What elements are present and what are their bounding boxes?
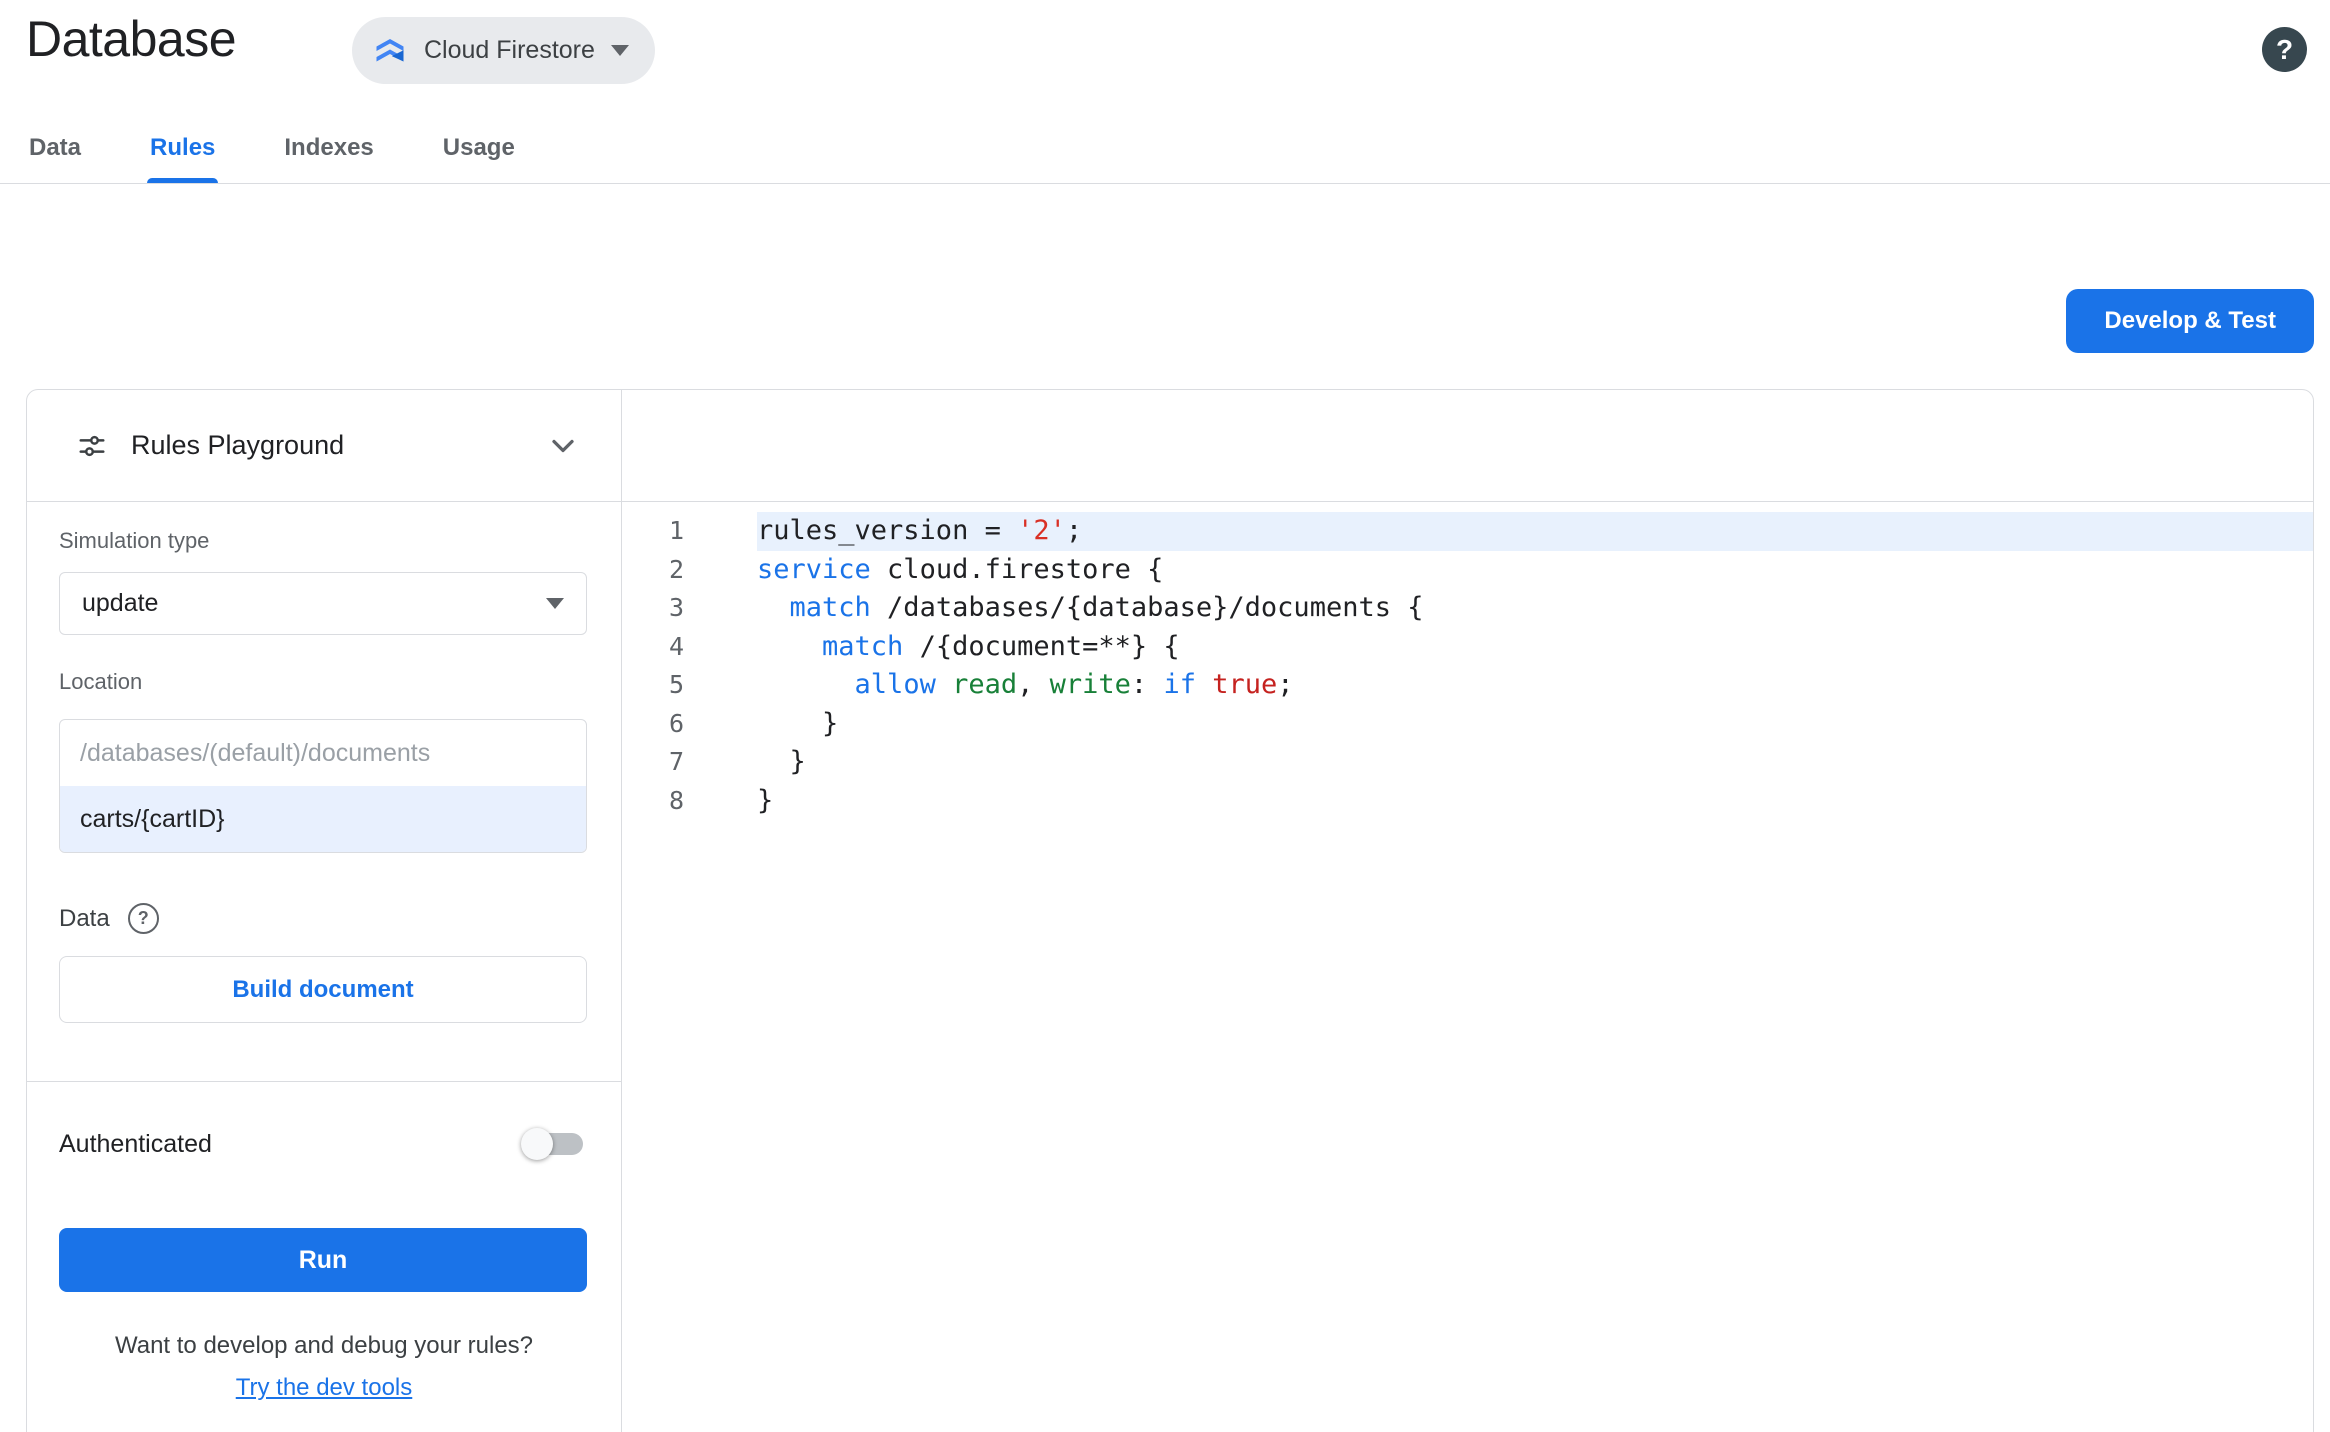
editor-toolbar: [622, 390, 2313, 502]
location-input[interactable]: carts/{cartID}: [60, 786, 586, 852]
build-document-button[interactable]: Build document: [59, 956, 587, 1023]
chevron-down-icon: [552, 439, 574, 452]
simulation-type-value: update: [82, 589, 159, 617]
line-number: 5: [668, 670, 684, 699]
location-prefix: /databases/(default)/documents: [80, 738, 431, 767]
data-help-icon[interactable]: ?: [127, 903, 159, 934]
help-button[interactable]: ?: [2262, 27, 2307, 72]
actions-row: Develop & Test: [0, 184, 2330, 353]
code-line-5[interactable]: 5 allow read, write: if true;: [622, 666, 2313, 705]
authenticated-toggle[interactable]: [521, 1126, 587, 1162]
tab-rules[interactable]: Rules: [147, 112, 219, 183]
code-text: allow read, write: if true;: [854, 669, 1294, 700]
run-button[interactable]: Run: [59, 1228, 587, 1292]
dev-tools-link[interactable]: Try the dev tools: [27, 1374, 621, 1402]
line-number: 1: [668, 516, 684, 545]
line-number: 2: [668, 554, 684, 584]
authenticated-label: Authenticated: [59, 1129, 212, 1158]
code-line-4[interactable]: 4 match /{document=**} {: [622, 628, 2313, 667]
tab-bar: Data Rules Indexes Usage: [0, 112, 2330, 184]
data-row: Data ?: [59, 903, 587, 934]
product-selector-chip[interactable]: Cloud Firestore: [352, 17, 655, 84]
code-line-2[interactable]: 2 service cloud.firestore {: [622, 551, 2313, 590]
code-editor[interactable]: 1 rules_version = '2'; 2 service cloud.fire…: [622, 502, 2313, 1432]
data-label: Data: [59, 904, 110, 932]
collapse-panel-button[interactable]: [545, 428, 581, 464]
code-text: }: [757, 707, 839, 739]
run-row: Run: [27, 1162, 621, 1292]
code-line-1[interactable]: 1 rules_version = '2';: [622, 512, 2313, 551]
code-text: }: [757, 784, 774, 816]
code-text: match /{document=**} {: [822, 630, 1180, 662]
code-text: }: [757, 746, 806, 777]
product-selector-label: Cloud Firestore: [424, 36, 595, 64]
rules-playground-panel: Rules Playground Simulation type update …: [27, 390, 622, 1432]
code-text: rules_version = '2';: [757, 512, 2313, 551]
dev-tools-prompt: Want to develop and debug your rules?: [114, 1332, 534, 1359]
tab-indexes[interactable]: Indexes: [281, 112, 376, 183]
location-label: Location: [59, 669, 143, 694]
simulation-type-label: Simulation type: [59, 528, 210, 553]
code-line-3[interactable]: 3 match /databases/{database}/documents …: [622, 589, 2313, 628]
code-text: service cloud.firestore {: [757, 553, 1164, 585]
question-mark-glyph: ?: [137, 908, 149, 928]
code-line-8[interactable]: 8}: [622, 782, 2313, 821]
tab-data[interactable]: Data: [26, 112, 84, 183]
panel-title: Rules Playground: [131, 430, 345, 460]
chevron-down-icon: [546, 598, 564, 609]
cloud-firestore-icon: [372, 33, 408, 69]
develop-test-button[interactable]: Develop & Test: [2066, 289, 2314, 353]
rules-card: Rules Playground Simulation type update …: [26, 389, 2314, 1432]
tune-icon: [77, 431, 107, 461]
panel-body: Simulation type update Location /databas…: [27, 528, 621, 1023]
authenticated-row: Authenticated: [27, 1082, 621, 1162]
line-number: 6: [668, 708, 684, 738]
line-number: 4: [668, 631, 684, 661]
rules-editor: 1 rules_version = '2'; 2 service cloud.fire…: [622, 390, 2313, 1432]
code-line-7[interactable]: 7 }: [622, 743, 2313, 782]
simulation-type-select[interactable]: update: [59, 572, 587, 635]
toggle-knob: [521, 1128, 553, 1160]
code-line-6[interactable]: 6 }: [622, 705, 2313, 744]
line-number: 8: [668, 785, 684, 815]
question-mark-glyph: ?: [2275, 33, 2294, 65]
line-number: 7: [668, 747, 684, 776]
rules-playground-header: Rules Playground: [27, 390, 621, 502]
page-title: Database: [26, 11, 237, 67]
line-number: 3: [668, 593, 684, 622]
chevron-down-icon: [610, 45, 629, 56]
code-text: match /databases/{database}/documents {: [789, 592, 1424, 623]
tab-usage[interactable]: Usage: [440, 112, 518, 183]
location-field: /databases/(default)/documents carts/{ca…: [59, 719, 587, 853]
app-header: Database Cloud Firestore ?: [0, 0, 2330, 112]
